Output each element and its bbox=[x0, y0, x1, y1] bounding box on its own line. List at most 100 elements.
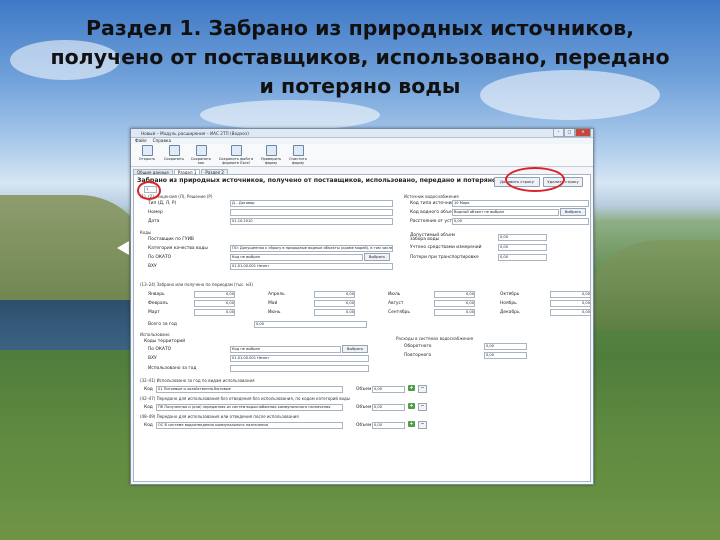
month-value-field[interactable]: 0,00 bbox=[314, 291, 355, 298]
month-value-field[interactable]: 0,00 bbox=[434, 300, 475, 307]
month-value-field[interactable]: 0,00 bbox=[550, 300, 591, 307]
allowed-field[interactable]: 0,00 bbox=[498, 234, 547, 241]
source-type-select[interactable]: 10 Море bbox=[452, 200, 589, 207]
check-form-button[interactable]: Проверить форму bbox=[259, 145, 283, 165]
volume-field-3[interactable]: 0,00 bbox=[372, 422, 405, 429]
slide-title: Раздел 1. Забрано из природных источнико… bbox=[50, 16, 670, 98]
month-value-field[interactable]: 0,00 bbox=[194, 300, 235, 307]
toolbar: Открыть Сохранить Сохранить как Сохранит… bbox=[131, 144, 593, 167]
purpose-group-2-label: (42–47) Передано для использования без о… bbox=[140, 396, 350, 401]
water-category-select[interactable]: ПО: Допущенная к сбросу в природные водн… bbox=[230, 245, 393, 252]
add-purpose-button-2[interactable]: + bbox=[408, 403, 415, 409]
number-label: Номер bbox=[148, 210, 163, 215]
section-panel: Забрано из природных источников, получен… bbox=[133, 174, 591, 482]
folder-icon bbox=[141, 145, 153, 156]
add-purpose-button-1[interactable]: + bbox=[408, 385, 415, 391]
territory-vku-label: ВХУ bbox=[148, 356, 157, 361]
save-excel-button[interactable]: Сохранить файл в формате Excel bbox=[216, 145, 256, 165]
month-label: Июль bbox=[388, 292, 401, 297]
remove-purpose-button-2[interactable]: − bbox=[418, 403, 427, 411]
volume-label-3: Объем bbox=[356, 423, 372, 428]
month-label: Октябрь bbox=[500, 292, 520, 297]
menu-file[interactable]: Файл bbox=[135, 138, 147, 144]
month-label: Сентябрь bbox=[388, 310, 410, 315]
month-label: Апрель bbox=[268, 292, 285, 297]
losses-label: Потери при транспортировке bbox=[410, 255, 479, 260]
highlight-circle-row-number bbox=[137, 181, 161, 200]
section-heading: Забрано из природных источников, получен… bbox=[137, 177, 518, 184]
month-value-field[interactable]: 0,00 bbox=[550, 291, 591, 298]
source-type-label: Код типа источника bbox=[410, 201, 457, 206]
month-label: Март bbox=[148, 310, 160, 315]
highlight-circle-add-row bbox=[505, 167, 565, 192]
circulating-field[interactable]: 0,00 bbox=[484, 343, 527, 350]
purpose-code-select-3[interactable]: ОС В системе водоотведения коммунального… bbox=[156, 422, 343, 429]
type-select[interactable]: Д – Договор bbox=[230, 200, 393, 207]
month-value-field[interactable]: 0,00 bbox=[194, 309, 235, 316]
remove-purpose-button-3[interactable]: − bbox=[418, 421, 427, 429]
okato-label: По ОКАТО bbox=[148, 255, 172, 260]
vku-select[interactable]: 01.01.00.001 Нечен bbox=[230, 263, 393, 270]
water-object-select-button[interactable]: Выбрать bbox=[560, 208, 586, 216]
volume-field-1[interactable]: 0,00 bbox=[372, 386, 405, 393]
clear-icon bbox=[292, 145, 304, 156]
month-label: Январь bbox=[148, 292, 165, 297]
used-year-field[interactable] bbox=[230, 365, 369, 372]
open-button[interactable]: Открыть bbox=[135, 145, 159, 165]
save-button[interactable]: Сохранить bbox=[162, 145, 186, 165]
vku-label: ВХУ bbox=[148, 264, 157, 269]
repeated-field[interactable]: 0,00 bbox=[484, 352, 527, 359]
save-as-icon bbox=[195, 145, 207, 156]
repeated-label: Повторного bbox=[404, 353, 432, 358]
code-label-2: Код bbox=[144, 405, 153, 410]
purpose-group-1-label: (32–41) Использовано за год по видам исп… bbox=[140, 378, 255, 383]
save-as-button[interactable]: Сохранить как bbox=[189, 145, 213, 165]
month-value-field[interactable]: 0,00 bbox=[314, 300, 355, 307]
accounted-field[interactable]: 0,00 bbox=[498, 244, 547, 251]
month-value-field[interactable]: 0,00 bbox=[434, 291, 475, 298]
month-label: Ноябрь bbox=[500, 301, 517, 306]
usage-label: Использовано bbox=[140, 332, 170, 337]
window-title: Новый – Модуль расширения – ИАС 2ТП (Вод… bbox=[141, 130, 249, 136]
volume-label-1: Объем bbox=[356, 387, 372, 392]
distance-field[interactable]: 0,00 bbox=[452, 218, 589, 225]
purpose-group-3-label: (48–49) Передано для использования или о… bbox=[140, 414, 299, 419]
okato-field[interactable]: Код не выбран bbox=[230, 254, 363, 261]
purpose-code-select-2[interactable]: ПК Полученная и (или) переданная из сист… bbox=[156, 404, 343, 411]
okato-select-button[interactable]: Выбрать bbox=[364, 253, 390, 261]
maximize-button[interactable]: □ bbox=[564, 129, 575, 137]
volume-field-2[interactable]: 0,00 bbox=[372, 404, 405, 411]
remove-purpose-button-1[interactable]: − bbox=[418, 385, 427, 393]
circulating-label: Оборотного bbox=[404, 344, 432, 349]
territory-okato-select-button[interactable]: Выбрать bbox=[342, 345, 368, 353]
territory-vku-select[interactable]: 01.01.00.001 Нечен bbox=[230, 355, 369, 362]
minimize-button[interactable]: – bbox=[553, 129, 564, 137]
month-value-field[interactable]: 0,00 bbox=[194, 291, 235, 298]
excel-icon bbox=[230, 145, 242, 156]
water-object-field[interactable]: Водный объект не выбран bbox=[452, 209, 559, 216]
month-label: Февраль bbox=[148, 301, 168, 306]
title-bar: Новый – Модуль расширения – ИАС 2ТП (Вод… bbox=[131, 129, 593, 138]
date-label: Дата bbox=[148, 219, 160, 224]
month-value-field[interactable]: 0,00 bbox=[434, 309, 475, 316]
date-field[interactable]: 01.10.2010 bbox=[230, 218, 393, 225]
add-purpose-button-3[interactable]: + bbox=[408, 421, 415, 427]
app-window: Новый – Модуль расширения – ИАС 2ТП (Вод… bbox=[130, 128, 594, 485]
month-label: Июнь bbox=[268, 310, 281, 315]
month-label: Август bbox=[388, 301, 404, 306]
territory-okato-field[interactable]: Код не выбран bbox=[230, 346, 341, 353]
menu-help[interactable]: Справка bbox=[153, 138, 171, 144]
month-value-field[interactable]: 0,00 bbox=[314, 309, 355, 316]
clear-form-button[interactable]: Очистить форму bbox=[286, 145, 310, 165]
number-field[interactable] bbox=[230, 209, 393, 216]
code-label-1: Код bbox=[144, 387, 153, 392]
month-value-field[interactable]: 0,00 bbox=[550, 309, 591, 316]
losses-field[interactable]: 0,00 bbox=[498, 254, 547, 261]
purpose-code-select-1[interactable]: 01 Питьевые и хозяйственно-бытовые bbox=[156, 386, 343, 393]
total-label: Всего за год bbox=[148, 322, 177, 327]
month-label: Май bbox=[268, 301, 278, 306]
total-field[interactable]: 0,00 bbox=[254, 321, 367, 328]
close-button[interactable]: ✕ bbox=[575, 129, 591, 137]
pointer-arrow bbox=[117, 241, 129, 255]
volume-label-2: Объем bbox=[356, 405, 372, 410]
